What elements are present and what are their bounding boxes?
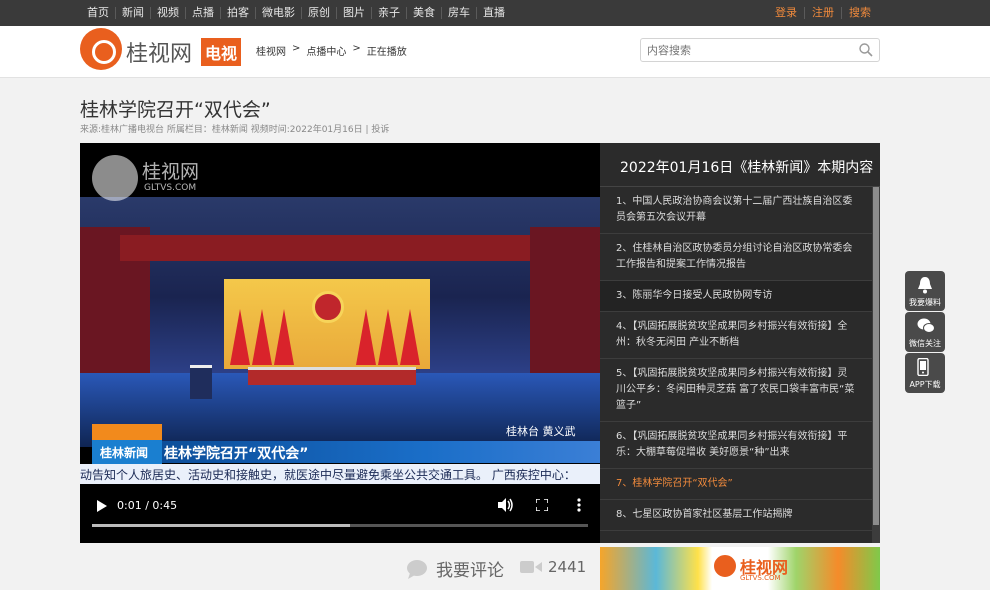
nav-account: 登录 注册 搜索: [768, 0, 878, 26]
stage-banner: [120, 235, 530, 261]
phone-icon: [917, 358, 929, 376]
breadcrumb-sep: >: [352, 43, 361, 54]
side-float-menu: 我要爆料 微信关注 APP下载: [905, 271, 945, 394]
stage-podium: [190, 365, 212, 399]
flag-icon: [252, 309, 272, 365]
nav-link-live[interactable]: 直播: [476, 7, 511, 19]
site-logo[interactable]: 桂视网 电视: [80, 28, 250, 72]
page-title: 桂林学院召开“双代会”: [80, 99, 271, 121]
ad-banner[interactable]: 桂视网 GLTVS.COM: [600, 547, 880, 590]
register-link[interactable]: 注册: [804, 7, 841, 19]
news-ticker-text: 动告知个人旅居史、活动史和接触史，就医途中尽量避免乘坐公共交通工具。 广西疾控中…: [80, 468, 576, 482]
nav-link-original[interactable]: 原创: [301, 7, 336, 19]
playlist-header: 2022年01月16日《桂林新闻》本期内容: [600, 143, 880, 187]
wechat-icon: [917, 318, 935, 333]
watermark-url: GLTVS.COM: [144, 183, 197, 193]
lower-third-bar: 桂林学院召开“双代会”: [162, 441, 600, 463]
flag-icon: [274, 309, 294, 365]
view-count-value: 2441: [548, 558, 587, 576]
video-camera-icon: [520, 561, 542, 573]
playlist-items: 1、中国人民政治协商会议第十二届广西壮族自治区委员会第五次会议开幕 2、住桂林自…: [600, 187, 872, 531]
ad-logo-icon: [712, 553, 738, 579]
nav-link-microfilm[interactable]: 微电影: [255, 7, 301, 19]
playlist-item[interactable]: 1、中国人民政治协商会议第十二届广西壮族自治区委员会第五次会议开幕: [600, 187, 872, 234]
stage-table: [248, 367, 416, 385]
nav-link-home[interactable]: 首页: [82, 7, 115, 19]
flag-icon: [356, 309, 376, 365]
flag-icon: [378, 309, 398, 365]
breadcrumb-vod[interactable]: 点播中心: [306, 43, 346, 58]
playlist-panel: 2022年01月16日《桂林新闻》本期内容 1、中国人民政治协商会议第十二届广西…: [600, 143, 880, 543]
comment-label: 我要评论: [436, 561, 504, 581]
volume-icon[interactable]: [498, 498, 514, 512]
emblem-icon: [312, 291, 344, 323]
site-header: 桂视网 电视 桂视网 > 点播中心 > 正在播放: [0, 26, 990, 78]
logo-tag: 电视: [201, 38, 242, 66]
breadcrumb: 桂视网 > 点播中心 > 正在播放: [256, 43, 407, 58]
bell-icon: [918, 277, 932, 294]
news-ticker: 动告知个人旅居史、活动史和接触史，就医途中尽量避免乘坐公共交通工具。 广西疾控中…: [80, 464, 600, 484]
nav-link-pictures[interactable]: 图片: [336, 7, 371, 19]
progress-fill: [92, 524, 350, 527]
time-display: 0:01 / 0:45: [117, 499, 178, 512]
lower-third-tag-text: 桂林新闻: [100, 446, 149, 460]
logo-name: 桂视网: [126, 42, 193, 67]
breadcrumb-current: 正在播放: [366, 47, 407, 58]
video-player[interactable]: 桂林台 黄义武 桂视网 GLTVS.COM 桂林新闻 桂林学院召开“双代会” 动…: [80, 143, 600, 543]
nav-link-family[interactable]: 亲子: [371, 7, 406, 19]
top-nav: 首页 新闻 视频 点播 拍客 微电影 原创 图片 亲子 美食 房车 直播 登录 …: [0, 0, 990, 26]
nav-link-news[interactable]: 新闻: [115, 7, 150, 19]
more-options-icon[interactable]: [577, 498, 581, 512]
app-download-button[interactable]: APP下载: [905, 353, 945, 393]
play-icon[interactable]: [96, 500, 108, 512]
wechat-follow-button[interactable]: 微信关注: [905, 312, 945, 352]
fullscreen-icon[interactable]: [536, 499, 548, 511]
nav-link-video[interactable]: 视频: [150, 7, 185, 19]
search-link[interactable]: 搜索: [841, 7, 878, 19]
logo-mark: [80, 28, 122, 70]
login-link[interactable]: 登录: [768, 7, 804, 19]
playlist-item[interactable]: 8、七星区政协首家社区基层工作站揭牌: [600, 500, 872, 531]
lower-third-tag: 桂林新闻: [92, 424, 162, 464]
view-count: 2441: [520, 558, 586, 576]
playlist-scrollbar[interactable]: [872, 187, 880, 543]
search-input[interactable]: [647, 42, 847, 58]
report-news-label: 我要爆料: [909, 298, 941, 307]
playlist-item[interactable]: 5、【巩固拓展脱贫攻坚成果同乡村振兴有效衔接】灵川公平乡：冬闲田种灵芝菇 富了农…: [600, 359, 872, 422]
nav-link-vod[interactable]: 点播: [185, 7, 220, 19]
breadcrumb-sep: >: [292, 43, 301, 54]
playlist-item-current[interactable]: 7、桂林学院召开“双代会”: [600, 469, 872, 500]
breadcrumb-home[interactable]: 桂视网: [256, 43, 286, 58]
watermark-logo-icon: [92, 155, 138, 201]
progress-bar[interactable]: [92, 524, 588, 527]
nav-link-cars[interactable]: 房车: [441, 7, 476, 19]
playlist-item[interactable]: 6、【巩固拓展脱贫攻坚成果同乡村振兴有效衔接】平乐：大棚草莓促增收 美好愿景“种…: [600, 422, 872, 469]
lower-third-title: 桂林学院召开“双代会”: [164, 446, 309, 462]
comment-icon: [407, 559, 427, 579]
video-meta: 来源:桂林广播电视台 所属栏目：桂林新闻 视频时间:2022年01月16日 | …: [80, 125, 390, 135]
watermark-name: 桂视网: [142, 161, 200, 183]
app-download-label: APP下载: [909, 380, 941, 389]
wechat-follow-label: 微信关注: [909, 339, 941, 348]
ad-logo-url: GLTVS.COM: [740, 574, 781, 582]
playlist-title: 2022年01月16日《桂林新闻》本期内容: [620, 160, 874, 176]
playlist-item[interactable]: 3、陈丽华今日接受人民政协网专访: [600, 281, 872, 312]
playlist-item[interactable]: 4、【巩固拓展脱贫攻坚成果同乡村振兴有效衔接】全州：秋冬无闲田 产业不断档: [600, 312, 872, 359]
search-icon[interactable]: [858, 42, 874, 58]
search-box: [640, 38, 880, 62]
comment-button[interactable]: 我要评论: [406, 556, 504, 581]
video-frame: 桂林台 黄义武: [80, 197, 600, 447]
video-controls: 0:01 / 0:45: [80, 487, 600, 543]
video-caption: 桂林台 黄义武: [506, 425, 576, 438]
playlist-item[interactable]: 2、住桂林自治区政协委员分组讨论自治区政协常委会工作报告和提案工作情况报告: [600, 234, 872, 281]
flag-icon: [230, 309, 250, 365]
playlist-scroll-thumb[interactable]: [873, 187, 879, 525]
nav-links: 首页 新闻 视频 点播 拍客 微电影 原创 图片 亲子 美食 房车 直播: [82, 0, 511, 26]
flag-icon: [400, 309, 420, 365]
nav-link-paike[interactable]: 拍客: [220, 7, 255, 19]
nav-link-food[interactable]: 美食: [406, 7, 441, 19]
report-news-button[interactable]: 我要爆料: [905, 271, 945, 311]
